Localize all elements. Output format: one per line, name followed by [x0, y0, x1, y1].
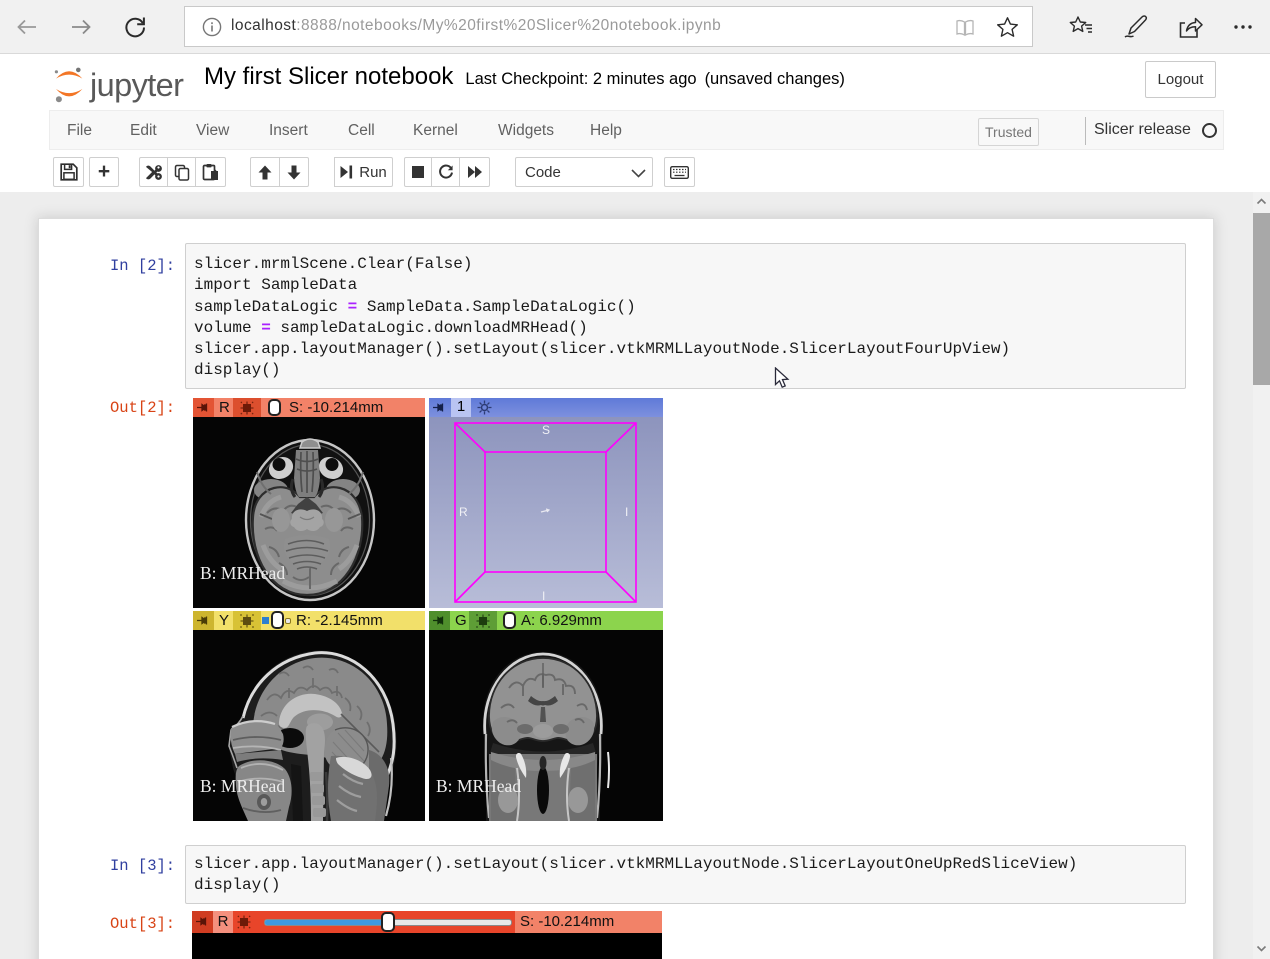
svg-text:S: S	[542, 423, 550, 437]
svg-text:I: I	[542, 589, 545, 603]
svg-text:R: R	[459, 505, 468, 519]
svg-text:B: MRHead: B: MRHead	[436, 776, 521, 796]
svg-text:jupyter: jupyter	[89, 67, 184, 103]
svg-text:I: I	[625, 505, 628, 519]
svg-text:B: MRHead: B: MRHead	[200, 776, 285, 796]
svg-text:B: MRHead: B: MRHead	[200, 563, 285, 583]
